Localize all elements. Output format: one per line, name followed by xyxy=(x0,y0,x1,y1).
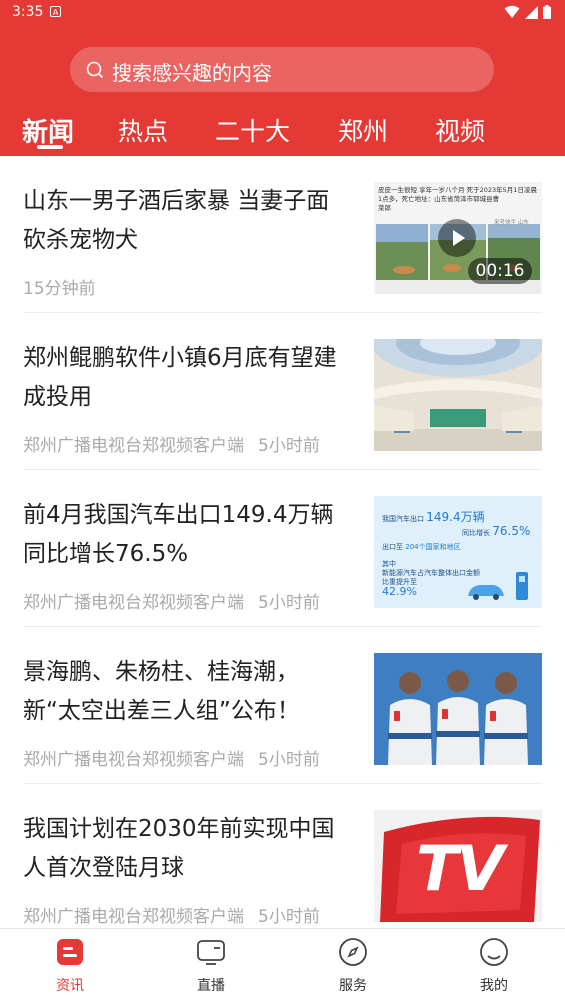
profile-icon xyxy=(480,938,508,966)
news-meta: 郑州广播电视台郑视频客户端 5小时前 xyxy=(23,588,320,613)
active-tab-indicator xyxy=(37,145,63,149)
nav-live-label: 直播 xyxy=(197,978,225,994)
battery-icon xyxy=(543,5,551,19)
infographic: 我国汽车出口 149.4万辆 同比增长 76.5% 出口至 204个国家和地区 … xyxy=(382,510,531,600)
nav-news-label: 资讯 xyxy=(56,978,84,994)
news-thumbnail[interactable]: 我国汽车出口 149.4万辆 同比增长 76.5% 出口至 204个国家和地区 … xyxy=(374,496,542,608)
signal-icon xyxy=(525,5,538,19)
news-age: 15分钟前 xyxy=(23,279,96,299)
news-meta: 郑州广播电视台郑视频客户端 5小时前 xyxy=(23,431,320,456)
news-source: 郑州广播电视台郑视频客户端 xyxy=(23,593,244,613)
news-title[interactable]: 前4月我国汽车出口149.4万辆同比增长76.5% xyxy=(23,496,348,574)
nav-services[interactable]: 服务 xyxy=(313,937,393,995)
building-interior-image xyxy=(374,339,542,451)
status-bar: 3:35 A xyxy=(0,0,565,26)
news-item[interactable]: 郑州鲲鹏软件小镇6月底有望建成投用 郑州广播电视台郑视频客户端 5小时前 xyxy=(0,313,565,470)
video-thumbnail[interactable]: 皮皮一生很短 享年一岁八个月 死于2023年5月1日凌晨1点多，死亡地址：山东省… xyxy=(374,182,542,294)
news-age: 5小时前 xyxy=(258,593,320,613)
astronauts-image xyxy=(374,653,542,765)
news-thumbnail[interactable] xyxy=(374,653,542,765)
news-title[interactable]: 景海鹏、朱杨柱、桂海潮，新“太空出差三人组”公布！ xyxy=(23,653,348,731)
video-duration: 00:16 xyxy=(468,258,532,284)
news-age: 5小时前 xyxy=(258,907,320,927)
news-title[interactable]: 郑州鲲鹏软件小镇6月底有望建成投用 xyxy=(23,339,348,417)
nav-news[interactable]: 资讯 xyxy=(30,937,110,995)
news-meta: 15分钟前 xyxy=(23,274,96,299)
news-icon xyxy=(57,939,83,965)
news-source: 郑州广播电视台郑视频客户端 xyxy=(23,907,244,927)
app-header: 3:35 A 搜索感兴趣的内容 新闻 热点 二十大 郑州 视频 xyxy=(0,0,565,156)
notification-icon: A xyxy=(50,6,61,17)
thumb-caption: 皮皮一生很短 享年一岁八个月 死于2023年5月1日凌晨1点多，死亡地址：山东省… xyxy=(378,186,537,212)
nav-profile-label: 我的 xyxy=(480,978,508,994)
news-source: 郑州广播电视台郑视频客户端 xyxy=(23,436,244,456)
news-item[interactable]: 前4月我国汽车出口149.4万辆同比增长76.5% 郑州广播电视台郑视频客户端 5… xyxy=(0,470,565,627)
news-thumbnail[interactable] xyxy=(374,339,542,451)
tab-video[interactable]: 视频 xyxy=(435,112,485,148)
charger-icon xyxy=(516,572,528,600)
tab-zhengzhou[interactable]: 郑州 xyxy=(338,112,388,148)
tab-news[interactable]: 新闻 xyxy=(22,112,74,149)
category-tabs: 新闻 热点 二十大 郑州 视频 xyxy=(0,108,565,156)
search-bar[interactable]: 搜索感兴趣的内容 xyxy=(70,47,494,92)
thumb-watermark: 来号快手 山东 xyxy=(494,220,529,226)
news-age: 5小时前 xyxy=(258,750,320,770)
wifi-icon xyxy=(504,5,520,18)
news-item[interactable]: 我国计划在2030年前实现中国人首次登陆月球 郑州广播电视台郑视频客户端 5小时前… xyxy=(0,784,565,941)
tv-logo-text: TV xyxy=(416,832,504,905)
play-icon xyxy=(453,230,465,246)
tv-icon xyxy=(197,940,225,965)
status-time: 3:35 xyxy=(12,4,44,20)
nav-services-label: 服务 xyxy=(339,978,367,994)
tab-twentieth-congress[interactable]: 二十大 xyxy=(215,112,290,148)
news-thumbnail[interactable]: TV xyxy=(374,810,542,922)
news-meta: 郑州广播电视台郑视频客户端 5小时前 xyxy=(23,745,320,770)
news-item[interactable]: 景海鹏、朱杨柱、桂海潮，新“太空出差三人组”公布！ 郑州广播电视台郑视频客户端 5… xyxy=(0,627,565,784)
news-source: 郑州广播电视台郑视频客户端 xyxy=(23,750,244,770)
news-title[interactable]: 山东一男子酒后家暴 当妻子面砍杀宠物犬 xyxy=(23,182,348,260)
news-item[interactable]: 山东一男子酒后家暴 当妻子面砍杀宠物犬 15分钟前 皮皮一生很短 享年一岁八个月… xyxy=(0,156,565,313)
tab-hot[interactable]: 热点 xyxy=(118,112,168,148)
compass-icon xyxy=(339,938,367,966)
news-meta: 郑州广播电视台郑视频客户端 5小时前 xyxy=(23,902,320,927)
news-age: 5小时前 xyxy=(258,436,320,456)
play-button[interactable] xyxy=(438,219,476,257)
nav-live[interactable]: 直播 xyxy=(171,937,251,995)
search-placeholder: 搜索感兴趣的内容 xyxy=(112,61,272,85)
bottom-nav: 资讯 直播 服务 我的 xyxy=(0,928,565,1005)
news-title[interactable]: 我国计划在2030年前实现中国人首次登陆月球 xyxy=(23,810,348,888)
car-icon xyxy=(468,585,504,600)
nav-profile[interactable]: 我的 xyxy=(454,937,534,995)
search-icon xyxy=(86,61,104,79)
